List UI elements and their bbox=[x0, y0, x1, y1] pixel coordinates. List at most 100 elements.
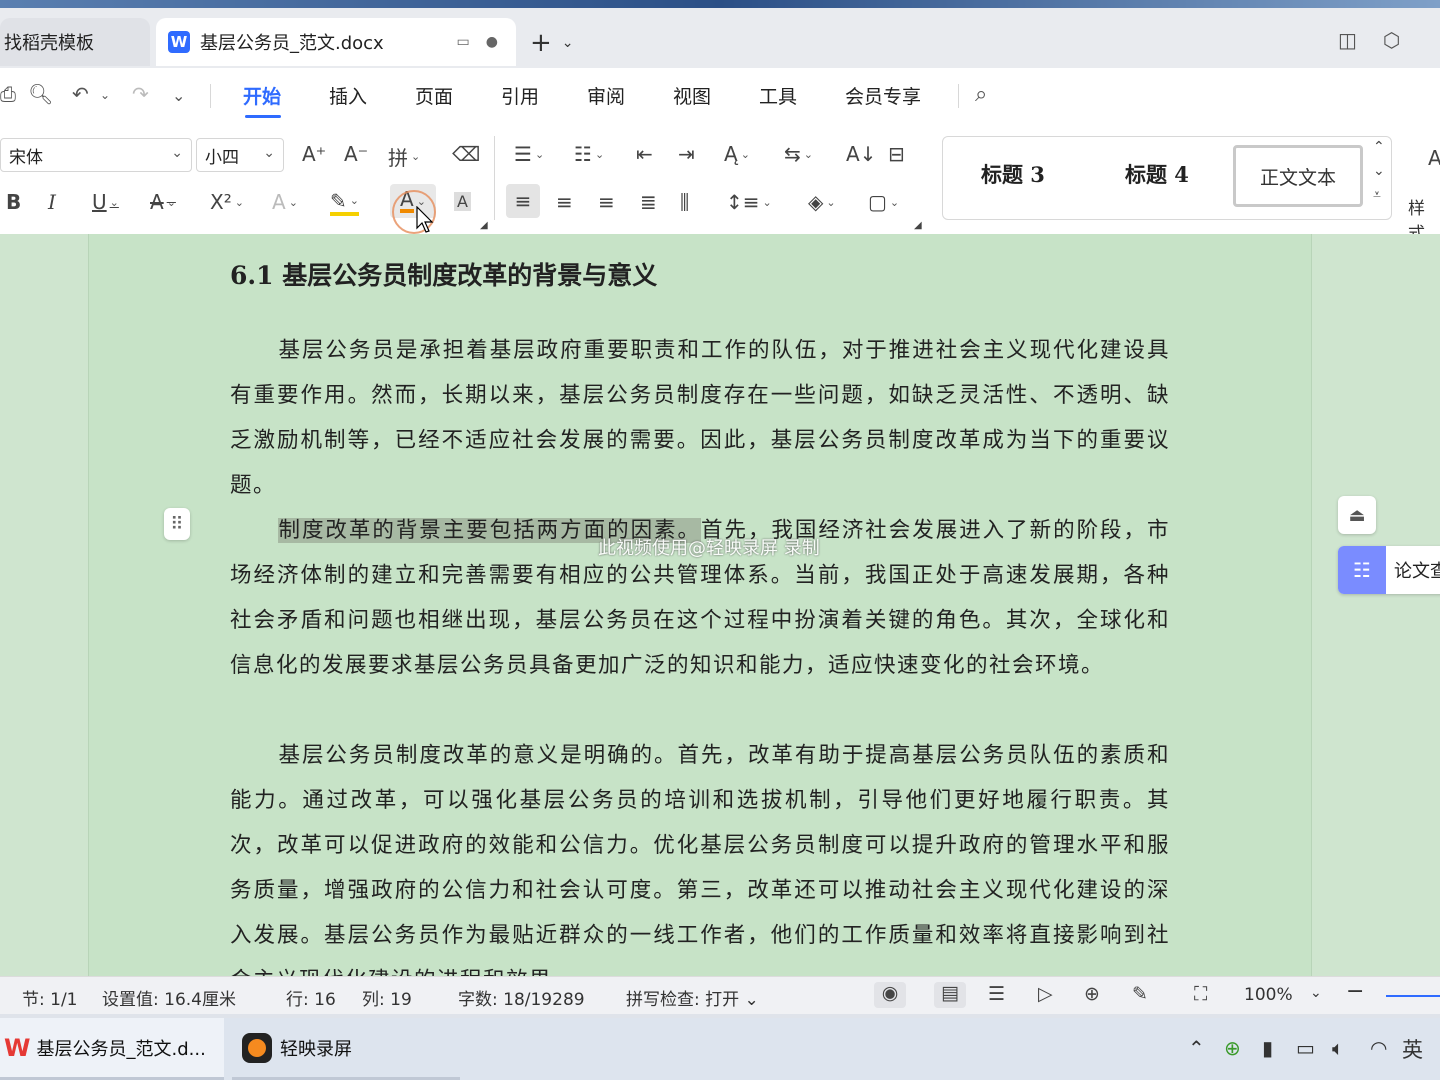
tab-tools[interactable]: 工具 bbox=[759, 82, 797, 109]
page-view-icon[interactable]: ▤ bbox=[934, 982, 966, 1008]
distribute-icon[interactable]: ⫼ bbox=[680, 190, 689, 214]
tab-label: 找稻壳模板 bbox=[4, 33, 94, 54]
justify-icon[interactable]: ≣ bbox=[640, 190, 657, 214]
font-dialog-icon[interactable]: ◢ bbox=[480, 220, 488, 231]
monitor-icon[interactable]: ▭ bbox=[457, 34, 470, 50]
text-direction-icon[interactable]: Ą ⌄ bbox=[724, 142, 750, 166]
phonetic-guide-icon[interactable]: 拼 ⌄ bbox=[388, 142, 420, 171]
more-chevron-icon[interactable]: ⌄ bbox=[172, 86, 185, 105]
taskbar-recorder[interactable]: 轻映录屏 bbox=[232, 1018, 460, 1080]
expand-styles-icon[interactable]: ⩡ bbox=[1373, 187, 1381, 203]
bold-icon[interactable]: B bbox=[6, 190, 21, 214]
setting-value[interactable]: 设置值: 16.4厘米 bbox=[102, 985, 236, 1010]
row-indicator[interactable]: 行: 16 bbox=[286, 985, 336, 1010]
font-size-select[interactable]: 小四 ⌄ bbox=[196, 138, 284, 172]
col-indicator[interactable]: 列: 19 bbox=[362, 985, 412, 1010]
char-shading-icon[interactable]: A bbox=[454, 192, 471, 211]
font-name-select[interactable]: 宋体 ⌄ bbox=[0, 138, 192, 172]
text-effect-icon[interactable]: A ⌄ bbox=[272, 190, 298, 214]
undo-icon[interactable]: ↶ bbox=[72, 82, 89, 106]
print-icon[interactable]: ⎙ bbox=[0, 82, 16, 106]
bullet-list-icon[interactable]: ☰ ⌄ bbox=[514, 142, 544, 166]
tab-page[interactable]: 页面 bbox=[415, 82, 453, 109]
increase-indent-icon[interactable]: ⇥ bbox=[678, 142, 695, 166]
recorder-app-icon bbox=[242, 1032, 272, 1063]
chevron-down-icon[interactable]: ⌄ bbox=[1310, 985, 1322, 1001]
search-icon[interactable]: ⌕ bbox=[975, 82, 987, 107]
wps-app-icon: W bbox=[4, 1033, 31, 1062]
web-view-icon[interactable]: ⊕ bbox=[1084, 983, 1100, 1005]
zoom-level[interactable]: 100% bbox=[1244, 985, 1293, 1005]
ime-indicator[interactable]: 英 bbox=[1402, 1034, 1423, 1064]
tab-insert[interactable]: 插入 bbox=[329, 82, 367, 109]
align-left-icon[interactable]: ≡ bbox=[506, 184, 540, 218]
drag-handle-icon[interactable]: ⠿ bbox=[164, 508, 190, 540]
collapse-panel-icon[interactable]: ⏏ bbox=[1338, 496, 1376, 534]
document-area[interactable]: 6.1 基层公务员制度改革的背景与意义 基层公务员是承担着基层政府重要职责和工作… bbox=[0, 234, 1440, 976]
word-count[interactable]: 字数: 18/19289 bbox=[458, 985, 585, 1010]
align-right-icon[interactable]: ≡ bbox=[598, 190, 615, 214]
wifi-icon[interactable]: ◠ bbox=[1370, 1036, 1387, 1060]
tab-document[interactable]: W 基层公务员_范文.docx ▭ ● bbox=[156, 18, 516, 66]
divider bbox=[958, 84, 959, 108]
sort-icon[interactable]: A↓ bbox=[846, 142, 876, 166]
eye-icon[interactable]: ◉ bbox=[874, 982, 906, 1008]
style-body-text[interactable]: 正文文本 bbox=[1233, 145, 1363, 207]
border-icon[interactable]: ▢ ⌄ bbox=[868, 190, 899, 214]
pen-icon[interactable]: ✎ bbox=[1132, 983, 1148, 1005]
play-icon[interactable]: ▷ bbox=[1038, 983, 1053, 1005]
scroll-up-icon[interactable]: ⌃ bbox=[1373, 139, 1385, 155]
cube-icon[interactable]: ⬡ bbox=[1383, 28, 1400, 52]
strikethrough-icon[interactable]: A ⌄ bbox=[150, 190, 176, 214]
grow-font-icon[interactable]: A⁺ bbox=[302, 142, 326, 166]
unsaved-dot-icon[interactable]: ● bbox=[486, 34, 498, 50]
style-heading4[interactable]: 标题 4 bbox=[1125, 159, 1189, 189]
spellcheck-toggle[interactable]: 拼写检查: 打开 ⌄ bbox=[626, 985, 759, 1010]
paragraph-dialog-icon[interactable]: ◢ bbox=[914, 220, 922, 231]
sidebar-toggle-icon[interactable]: ◫ bbox=[1338, 28, 1357, 52]
clear-format-icon[interactable]: ⌫ bbox=[452, 142, 480, 166]
tab-view[interactable]: 视图 bbox=[673, 82, 711, 109]
scroll-down-icon[interactable]: ⌄ bbox=[1373, 163, 1385, 179]
zoom-out-icon[interactable]: − bbox=[1346, 979, 1364, 1004]
volume-icon[interactable]: 🔈︎ bbox=[1332, 1036, 1344, 1060]
taskbar: W 基层公务员_范文.d... 轻映录屏 ⌃ ⊕ ▮ ▭ 🔈︎ ◠ 英 bbox=[0, 1018, 1440, 1080]
tab-review[interactable]: 审阅 bbox=[587, 82, 625, 109]
switch-icon[interactable]: ⇆ ⌄ bbox=[784, 142, 813, 166]
paper-check-button[interactable]: ☷ 论文查 bbox=[1338, 546, 1440, 594]
outline-view-icon[interactable]: ☰ bbox=[988, 983, 1005, 1005]
superscript-icon[interactable]: X² ⌄ bbox=[210, 190, 244, 214]
paragraph-3: 基层公务员制度改革的意义是明确的。首先，改革有助于提高基层公务员队伍的素质和能力… bbox=[230, 733, 1170, 976]
ribbon-toolbar: 宋体 ⌄ 小四 ⌄ A⁺ A⁻ 拼 ⌄ ⌫ B I U ⌄ A ⌄ X² ⌄ A ⌄ ✎ ⌄… bbox=[0, 122, 1440, 244]
shrink-font-icon[interactable]: A⁻ bbox=[344, 142, 368, 166]
chevron-down-icon[interactable]: ⌄ bbox=[100, 88, 110, 102]
tab-member[interactable]: 会员专享 bbox=[845, 82, 921, 109]
zoom-slider[interactable] bbox=[1386, 995, 1440, 997]
style-heading3[interactable]: 标题 3 bbox=[981, 159, 1045, 189]
shading-fill-icon[interactable]: ◈ ⌄ bbox=[808, 190, 836, 214]
align-center-icon[interactable]: ≡ bbox=[556, 190, 573, 214]
tray-app-icon[interactable]: ⊕ bbox=[1224, 1036, 1241, 1060]
italic-icon[interactable]: I bbox=[48, 190, 56, 214]
section-heading: 6.1 基层公务员制度改革的背景与意义 bbox=[230, 261, 658, 290]
phone-icon[interactable]: ▮ bbox=[1262, 1036, 1273, 1060]
numbered-list-icon[interactable]: ☷ ⌄ bbox=[574, 142, 604, 166]
section-indicator[interactable]: 节: 1/1 bbox=[22, 985, 78, 1010]
battery-icon[interactable]: ▭ bbox=[1296, 1036, 1315, 1060]
tray-expand-icon[interactable]: ⌃ bbox=[1188, 1036, 1205, 1060]
tab-reference[interactable]: 引用 bbox=[501, 82, 539, 109]
line-spacing-icon[interactable]: ↕≡ ⌄ bbox=[726, 190, 772, 214]
decrease-indent-icon[interactable]: ⇤ bbox=[636, 142, 653, 166]
show-marks-icon[interactable]: ⊟ bbox=[888, 142, 905, 166]
taskbar-wps[interactable]: W 基层公务员_范文.d... bbox=[0, 1018, 224, 1080]
redo-icon[interactable]: ↷ bbox=[132, 82, 149, 106]
underline-icon[interactable]: U ⌄ bbox=[92, 190, 119, 214]
chevron-down-icon[interactable]: ⌄ bbox=[562, 35, 574, 51]
styles-icon[interactable]: A bbox=[1428, 146, 1440, 170]
print-preview-icon[interactable]: 🔍︎ bbox=[28, 82, 53, 106]
new-tab-plus-icon[interactable]: + bbox=[530, 28, 552, 58]
tab-home[interactable]: 开始 bbox=[243, 82, 281, 109]
fit-screen-icon[interactable]: ⛶ bbox=[1194, 983, 1207, 1005]
tab-template-store[interactable]: 找稻壳模板 bbox=[0, 18, 150, 66]
highlight-color-icon[interactable]: ✎ ⌄ bbox=[330, 190, 359, 216]
